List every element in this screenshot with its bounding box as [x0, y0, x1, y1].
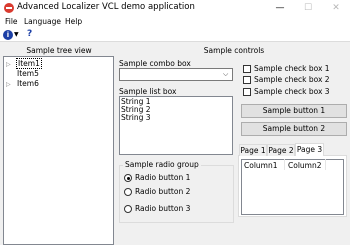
- info-icon[interactable]: i: [3, 30, 13, 40]
- column-separator[interactable]: [325, 159, 326, 170]
- chevron-down-icon[interactable]: ⌵: [223, 70, 228, 79]
- checkbox-1[interactable]: [243, 65, 251, 73]
- radio-button-3[interactable]: [124, 205, 132, 213]
- minimize-button[interactable]: —: [266, 0, 294, 16]
- tree-item[interactable]: Item5: [6, 69, 40, 79]
- close-button[interactable]: ✕: [322, 0, 350, 16]
- checkbox-3[interactable]: [243, 88, 251, 96]
- tree-item[interactable]: ▷ Item1: [6, 58, 42, 69]
- menu-language[interactable]: Language: [24, 17, 61, 26]
- menu-help[interactable]: Help: [65, 17, 82, 26]
- combo-box[interactable]: [119, 68, 233, 81]
- radio-group-label: Sample radio group: [123, 160, 201, 169]
- radio-label[interactable]: Radio button 3: [135, 204, 190, 213]
- column-header-2[interactable]: Column2: [288, 161, 322, 170]
- window-title: Advanced Localizer VCL demo application: [17, 2, 195, 12]
- checkbox-label[interactable]: Sample check box 1: [254, 64, 330, 73]
- expand-arrow-icon[interactable]: ▷: [6, 80, 16, 90]
- tree-view-header: Sample tree view: [26, 46, 92, 55]
- tab-page-2[interactable]: Page 2: [267, 144, 295, 156]
- tree-item-label: Item6: [17, 79, 39, 88]
- sample-button-1[interactable]: Sample button 1: [241, 104, 347, 118]
- tab-page-1[interactable]: Page 1: [239, 144, 267, 156]
- controls-header: Sample controls: [203, 46, 265, 55]
- help-icon[interactable]: ?: [27, 29, 32, 39]
- tree-item-label: Item1: [16, 58, 42, 69]
- list-box-label: Sample list box: [119, 87, 177, 96]
- maximize-button[interactable]: ☐: [294, 0, 322, 16]
- menu-file[interactable]: File: [5, 17, 18, 26]
- column-separator[interactable]: [284, 159, 285, 170]
- column-header-1[interactable]: Column1: [244, 161, 278, 170]
- radio-button-1[interactable]: [124, 174, 132, 182]
- combo-box-label: Sample combo box: [119, 59, 191, 68]
- sample-button-2[interactable]: Sample button 2: [241, 122, 347, 136]
- tab-page-3[interactable]: Page 3: [295, 143, 324, 156]
- toolbar: [0, 29, 350, 42]
- checkbox-label[interactable]: Sample check box 3: [254, 87, 330, 96]
- radio-button-2[interactable]: [124, 188, 132, 196]
- radio-label[interactable]: Radio button 2: [135, 187, 190, 196]
- checkbox-label[interactable]: Sample check box 2: [254, 75, 330, 84]
- checkbox-2[interactable]: [243, 76, 251, 84]
- radio-label[interactable]: Radio button 1: [135, 173, 190, 182]
- app-icon[interactable]: [4, 3, 14, 13]
- dropdown-arrow-icon[interactable]: ▼: [14, 31, 19, 38]
- tree-item[interactable]: ▷ Item6: [6, 79, 40, 89]
- tree-item-label: Item5: [17, 69, 39, 78]
- list-item[interactable]: String 3: [121, 113, 151, 122]
